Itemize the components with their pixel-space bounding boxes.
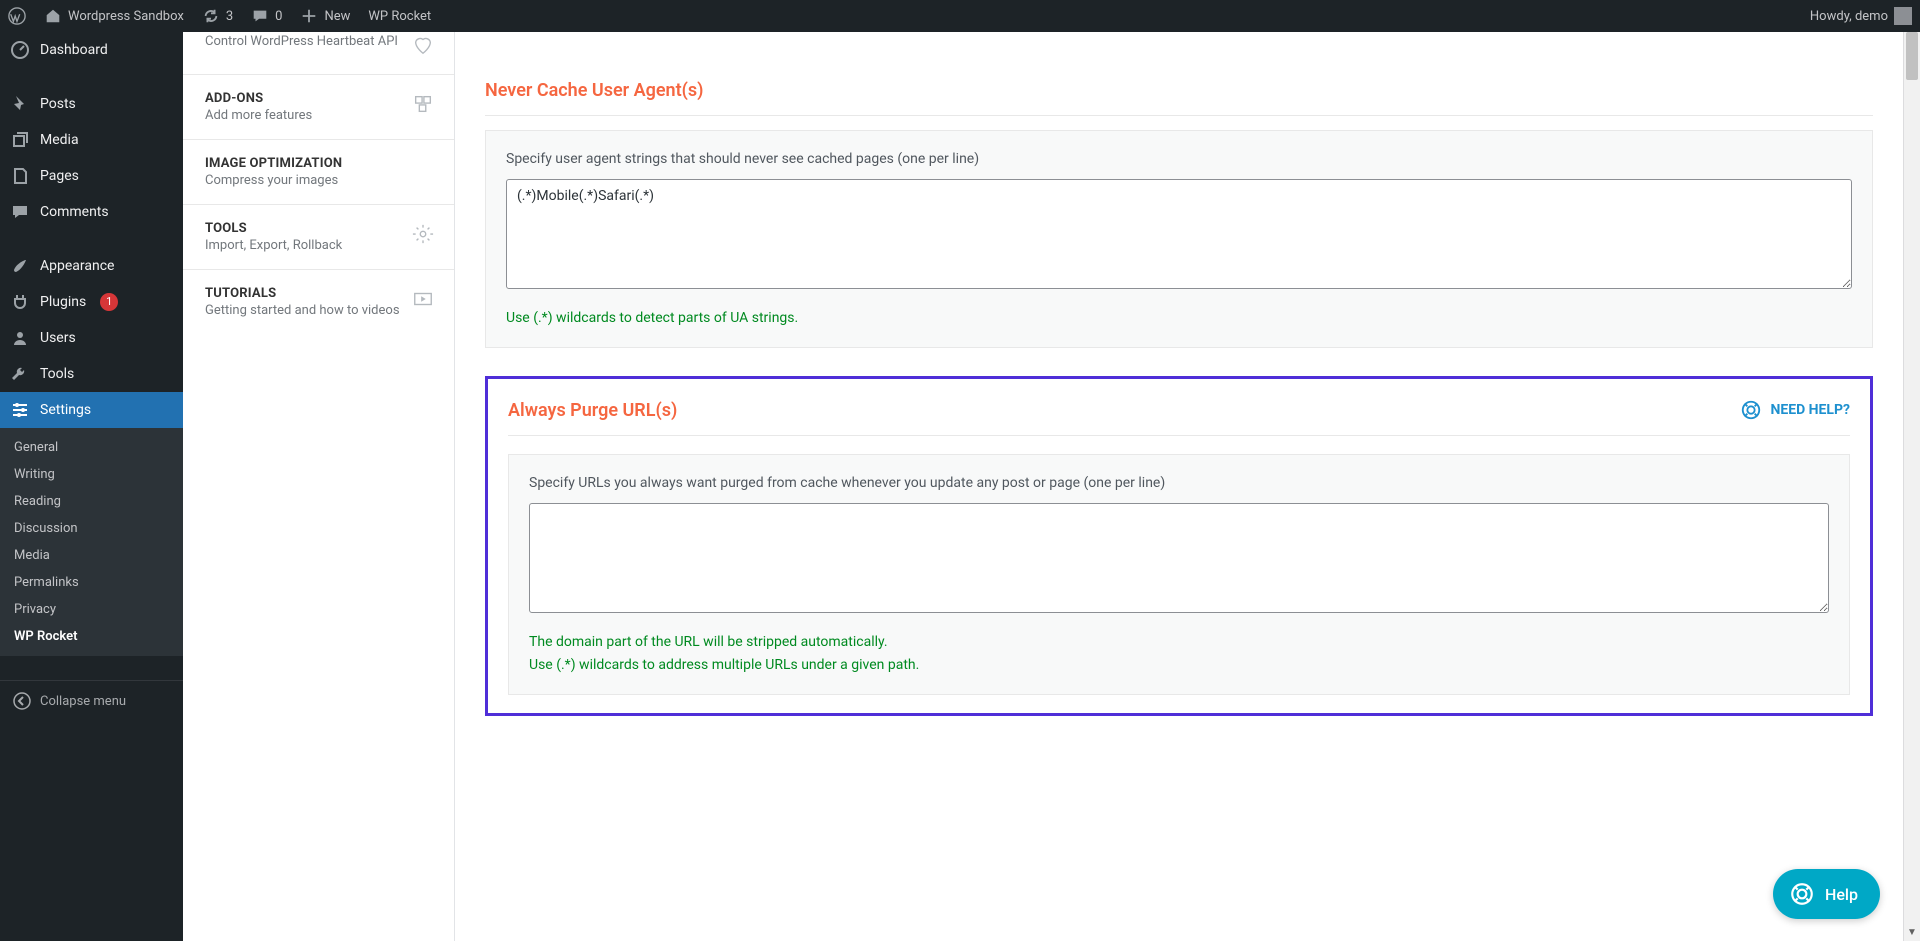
sidebar-item-label: Appearance [40, 258, 114, 274]
dashboard-icon [10, 40, 30, 60]
site-title: Wordpress Sandbox [68, 9, 184, 24]
purge-hint-1: The domain part of the URL will be strip… [529, 631, 1829, 653]
sidebar-item-appearance[interactable]: Appearance [0, 248, 183, 284]
collapse-menu-button[interactable]: Collapse menu [0, 680, 183, 721]
submenu-writing[interactable]: Writing [0, 461, 183, 488]
video-icon [410, 286, 436, 312]
user-agents-hint: Use (.*) wildcards to detect parts of UA… [506, 307, 1852, 329]
plugin-tab-heartbeat[interactable]: Control WordPress Heartbeat API [183, 32, 454, 75]
sliders-icon [10, 400, 30, 420]
user-agents-card: Specify user agent strings that should n… [485, 130, 1873, 348]
sidebar-item-label: Comments [40, 204, 109, 220]
plug-icon [10, 292, 30, 312]
wp-rocket-toolbar-link[interactable]: WP Rocket [368, 9, 431, 24]
sidebar-item-label: Plugins [40, 294, 86, 310]
comments-count: 0 [275, 9, 282, 24]
main-content: Never Cache User Agent(s) Specify user a… [455, 32, 1903, 941]
submenu-permalinks[interactable]: Permalinks [0, 569, 183, 596]
site-home-link[interactable]: Wordpress Sandbox [44, 7, 184, 25]
user-agents-label: Specify user agent strings that should n… [506, 151, 1852, 167]
submenu-privacy[interactable]: Privacy [0, 596, 183, 623]
always-purge-highlight: Always Purge URL(s) NEED HELP? Specify U… [485, 376, 1873, 716]
purge-textarea[interactable] [529, 503, 1829, 613]
sidebar-item-pages[interactable]: Pages [0, 158, 183, 194]
settings-submenu: General Writing Reading Discussion Media… [0, 428, 183, 656]
lifebuoy-icon [1740, 399, 1762, 421]
comment-icon [10, 202, 30, 222]
user-icon [10, 328, 30, 348]
lifebuoy-icon [1789, 881, 1815, 907]
sidebar-item-label: Tools [40, 366, 74, 382]
plugin-tab-image-optimization[interactable]: IMAGE OPTIMIZATION Compress your images [183, 140, 454, 205]
admin-toolbar: Wordpress Sandbox 3 0 New WP Rocket Howd… [0, 0, 1920, 32]
wrench-icon [10, 364, 30, 384]
home-icon [44, 7, 62, 25]
sidebar-item-comments[interactable]: Comments [0, 194, 183, 230]
submenu-wp-rocket[interactable]: WP Rocket [0, 623, 183, 650]
gear-icon [410, 221, 436, 247]
sidebar-item-label: Media [40, 132, 79, 148]
section-heading-user-agents: Never Cache User Agent(s) [485, 80, 1873, 116]
refresh-icon [202, 7, 220, 25]
submenu-media[interactable]: Media [0, 542, 183, 569]
plugin-tab-tutorials[interactable]: TUTORIALS Getting started and how to vid… [183, 270, 454, 334]
submenu-discussion[interactable]: Discussion [0, 515, 183, 542]
need-help-link[interactable]: NEED HELP? [1740, 399, 1850, 421]
purge-label: Specify URLs you always want purged from… [529, 475, 1829, 491]
collapse-icon [12, 691, 32, 711]
sidebar-item-media[interactable]: Media [0, 122, 183, 158]
media-icon [10, 130, 30, 150]
sidebar-item-plugins[interactable]: Plugins 1 [0, 284, 183, 320]
wp-logo[interactable] [8, 7, 26, 25]
wordpress-icon [8, 7, 26, 25]
page-scrollbar[interactable]: ▲ ▼ [1903, 0, 1920, 941]
admin-sidebar: Dashboard Posts Media Pages Comments App… [0, 32, 183, 941]
user-agents-textarea[interactable] [506, 179, 1852, 289]
pages-icon [10, 166, 30, 186]
sidebar-item-users[interactable]: Users [0, 320, 183, 356]
boxes-icon [410, 91, 436, 117]
plugin-tab-addons[interactable]: ADD-ONS Add more features [183, 75, 454, 140]
new-label: New [324, 9, 350, 24]
sidebar-item-label: Posts [40, 96, 76, 112]
submenu-general[interactable]: General [0, 434, 183, 461]
sidebar-item-label: Settings [40, 402, 91, 418]
howdy-text: Howdy, demo [1810, 9, 1888, 24]
sidebar-item-label: Pages [40, 168, 79, 184]
comment-icon [251, 7, 269, 25]
heartbeat-icon [410, 32, 436, 58]
sidebar-item-label: Dashboard [40, 42, 108, 58]
purge-hint-2: Use (.*) wildcards to address multiple U… [529, 654, 1829, 676]
collapse-label: Collapse menu [40, 694, 126, 709]
update-badge: 1 [100, 293, 118, 311]
comments-link[interactable]: 0 [251, 7, 282, 25]
section-heading-purge: Always Purge URL(s) [508, 400, 677, 421]
sidebar-item-settings[interactable]: Settings [0, 392, 183, 428]
sidebar-item-label: Users [40, 330, 76, 346]
pin-icon [10, 94, 30, 114]
plus-icon [300, 7, 318, 25]
sidebar-item-dashboard[interactable]: Dashboard [0, 32, 183, 68]
plugin-tab-tools[interactable]: TOOLS Import, Export, Rollback [183, 205, 454, 270]
submenu-reading[interactable]: Reading [0, 488, 183, 515]
updates-link[interactable]: 3 [202, 7, 233, 25]
help-chat-button[interactable]: Help [1773, 869, 1880, 919]
user-account-link[interactable]: Howdy, demo [1810, 7, 1912, 25]
brush-icon [10, 256, 30, 276]
sidebar-item-tools[interactable]: Tools [0, 356, 183, 392]
updates-count: 3 [226, 9, 233, 24]
new-content-link[interactable]: New [300, 7, 350, 25]
plugin-tabs-sidebar: Control WordPress Heartbeat API ADD-ONS … [183, 32, 455, 941]
sidebar-item-posts[interactable]: Posts [0, 86, 183, 122]
purge-card: Specify URLs you always want purged from… [508, 454, 1850, 695]
avatar [1894, 7, 1912, 25]
